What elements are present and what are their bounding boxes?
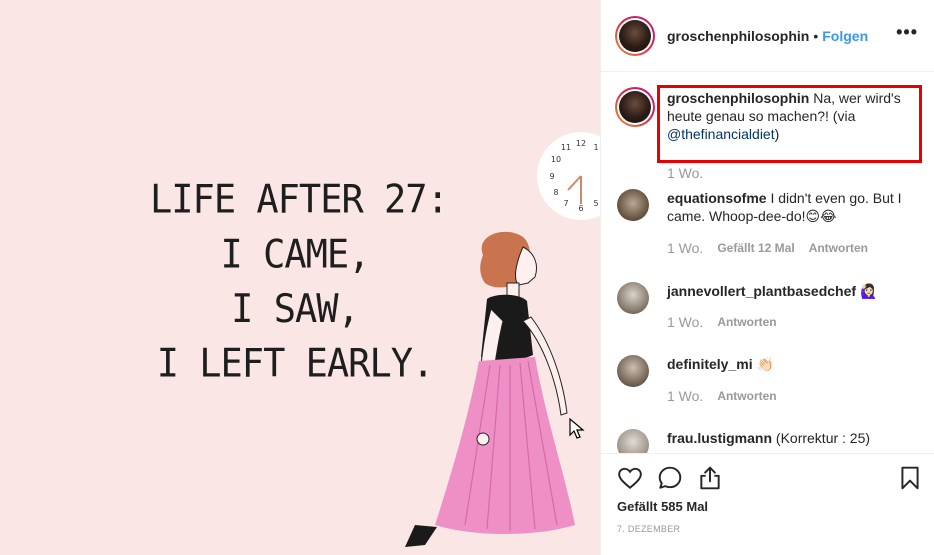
- comment-username[interactable]: jannevollert_plantbasedchef: [667, 283, 856, 299]
- caption: groschenphilosophin Na, wer wird's heute…: [615, 87, 927, 143]
- comment-text: (Korrektur : 25): [775, 430, 871, 446]
- post-sidebar: groschenphilosophin • Folgen ••• grosche…: [600, 0, 934, 555]
- comment-username[interactable]: definitely_mi: [667, 356, 753, 372]
- likes-count[interactable]: Gefällt 585 Mal: [617, 499, 708, 514]
- comment-item: frau.lustigmann (Korrektur : 25): [617, 429, 927, 453]
- more-options-icon[interactable]: •••: [896, 22, 918, 43]
- action-icons: [617, 465, 921, 493]
- comment-icon[interactable]: [657, 465, 683, 491]
- quote-line: LIFE AFTER 27:: [150, 177, 449, 223]
- comment-item: definitely_mi 👏🏻: [617, 355, 927, 387]
- comment-likes-button[interactable]: Gefällt 12 Mal: [717, 241, 794, 255]
- comment-item: jannevollert_plantbasedchef 🙋🏻‍♀️: [617, 282, 927, 314]
- avatar[interactable]: [615, 15, 655, 56]
- svg-text:8: 8: [553, 188, 558, 197]
- comment-item: equationsofme I didn't even go. But I ca…: [617, 189, 927, 225]
- avatar[interactable]: [617, 189, 649, 221]
- header-username[interactable]: groschenphilosophin: [667, 28, 809, 44]
- reply-button[interactable]: Antworten: [809, 241, 868, 255]
- post-actions: Gefällt 585 Mal 7. DEZEMBER: [601, 453, 934, 555]
- svg-text:12: 12: [576, 139, 586, 148]
- post-header: groschenphilosophin • Folgen •••: [601, 0, 934, 72]
- svg-text:1: 1: [593, 143, 598, 152]
- comments-list[interactable]: groschenphilosophin Na, wer wird's heute…: [601, 73, 934, 453]
- woman-illustration: [405, 231, 575, 547]
- avatar[interactable]: [617, 282, 649, 314]
- comment-time[interactable]: 1 Wo.: [667, 240, 703, 256]
- post-image[interactable]: LIFE AFTER 27: I CAME, I SAW, I LEFT EAR…: [0, 0, 600, 555]
- share-icon[interactable]: [697, 465, 723, 491]
- comment-body: equationsofme I didn't even go. But I ca…: [667, 189, 925, 225]
- comment-meta: 1 Wo. Gefällt 12 Mal Antworten: [667, 240, 868, 256]
- separator-dot: •: [813, 27, 819, 44]
- comment-username[interactable]: frau.lustigmann: [667, 430, 772, 446]
- mention-link[interactable]: @thefinancialdiet: [667, 126, 775, 142]
- svg-text:9: 9: [549, 172, 554, 181]
- follow-button[interactable]: Folgen: [822, 28, 868, 44]
- comment-body: jannevollert_plantbasedchef 🙋🏻‍♀️: [667, 282, 925, 314]
- svg-text:11: 11: [561, 143, 571, 152]
- heart-icon[interactable]: [617, 465, 643, 491]
- comment-meta: 1 Wo. Antworten: [667, 314, 777, 330]
- comment-body: definitely_mi 👏🏻: [667, 355, 925, 387]
- post-date[interactable]: 7. DEZEMBER: [617, 524, 680, 534]
- caption-username[interactable]: groschenphilosophin: [667, 90, 809, 106]
- svg-text:5: 5: [593, 199, 598, 208]
- comment-username[interactable]: equationsofme: [667, 190, 767, 206]
- reply-button[interactable]: Antworten: [717, 389, 776, 403]
- svg-text:10: 10: [551, 155, 561, 164]
- comment-text: 👏🏻: [756, 356, 774, 372]
- bookmark-icon[interactable]: [897, 465, 923, 491]
- caption-body: groschenphilosophin Na, wer wird's heute…: [667, 89, 925, 143]
- caption-text-end: ): [774, 126, 780, 142]
- comment-text: 🙋🏻‍♀️: [859, 283, 878, 299]
- clock-illustration: 12 1 2 3 4 5 6 7 8 9 10 11: [537, 132, 600, 220]
- avatar[interactable]: [615, 87, 655, 127]
- reply-button[interactable]: Antworten: [717, 315, 776, 329]
- caption-meta: 1 Wo.: [667, 165, 703, 181]
- mouse-cursor-icon: [569, 418, 585, 439]
- avatar[interactable]: [617, 429, 649, 453]
- caption-time[interactable]: 1 Wo.: [667, 165, 703, 181]
- avatar[interactable]: [617, 355, 649, 387]
- comment-time[interactable]: 1 Wo.: [667, 388, 703, 404]
- comment-meta: 1 Wo. Antworten: [667, 388, 777, 404]
- comment-time[interactable]: 1 Wo.: [667, 314, 703, 330]
- svg-text:6: 6: [578, 204, 583, 213]
- svg-text:7: 7: [563, 199, 568, 208]
- comment-body: frau.lustigmann (Korrektur : 25): [667, 429, 925, 453]
